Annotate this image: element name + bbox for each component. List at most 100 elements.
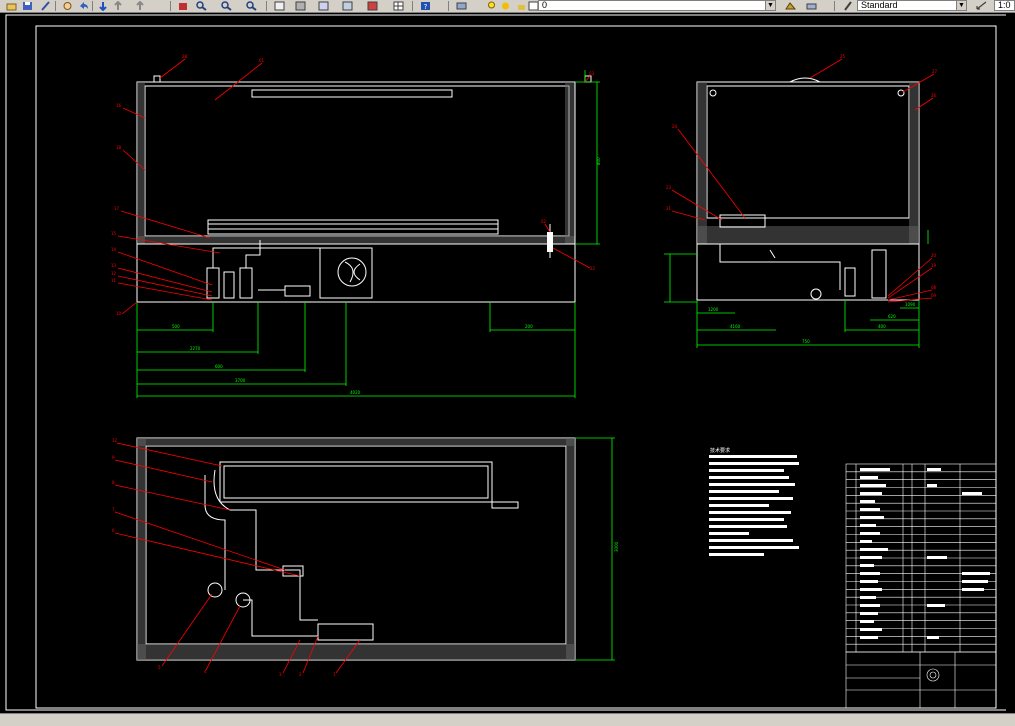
svg-text:01: 01 — [259, 58, 265, 63]
toolbar-separator — [448, 1, 449, 11]
svg-text:28: 28 — [182, 54, 188, 59]
layer-previous-icon[interactable] — [393, 1, 404, 11]
drawing-canvas[interactable]: 500 2270 600 3700 4020 200 800 750 4160 … — [0, 13, 1015, 713]
svg-text:8: 8 — [112, 480, 115, 485]
design-center-icon[interactable] — [196, 1, 207, 11]
text-style-dropdown[interactable]: Standard ▼ — [857, 0, 967, 11]
layer-state-icon[interactable] — [342, 1, 353, 11]
make-current-icon[interactable] — [367, 1, 378, 11]
svg-text:20: 20 — [931, 253, 937, 258]
svg-text:1: 1 — [333, 672, 336, 677]
chevron-down-icon: ▼ — [765, 1, 775, 10]
dim-style-dropdown[interactable]: 1:0 — [994, 0, 1015, 11]
bom-cell-text — [860, 508, 880, 511]
text-style-icon[interactable] — [843, 1, 854, 11]
bom-cell-text — [860, 596, 876, 599]
text-style-value: Standard — [861, 0, 898, 10]
bom-cell-text — [860, 636, 878, 639]
parts-list-table — [845, 463, 997, 653]
svg-text:3: 3 — [279, 672, 282, 677]
bom-cell-text — [927, 468, 941, 471]
lightbulb-icon[interactable] — [486, 1, 497, 11]
toolbar-separator — [266, 1, 267, 11]
zoom-previous-icon[interactable] — [135, 1, 146, 11]
toolbar-separator — [55, 1, 56, 11]
layer-dropdown-value: 0 — [542, 0, 548, 10]
bom-cell-text — [860, 468, 890, 471]
svg-text:09: 09 — [931, 293, 937, 298]
bom-cell-text — [962, 572, 990, 575]
layer-previous-stack-icon[interactable] — [806, 1, 817, 11]
sheet-outer-border — [5, 14, 1009, 711]
svg-text:1200: 1200 — [708, 307, 719, 312]
bom-cell-text — [860, 588, 882, 591]
svg-text:4160: 4160 — [730, 324, 741, 329]
svg-text:6: 6 — [112, 528, 115, 533]
bom-cell-text — [927, 636, 939, 639]
open-icon[interactable] — [6, 1, 17, 11]
svg-text:?: ? — [424, 3, 428, 11]
svg-text:24: 24 — [672, 124, 678, 129]
bom-cell-text — [860, 612, 878, 615]
calculator-icon[interactable] — [295, 1, 306, 11]
bom-cell-text — [860, 532, 880, 535]
undo-icon[interactable] — [78, 1, 89, 11]
sheet-inner-border — [35, 25, 997, 709]
bom-cell-text — [860, 548, 888, 551]
svg-text:23: 23 — [666, 185, 672, 190]
front-view — [136, 75, 592, 303]
make-object-layer-current-icon[interactable] — [785, 1, 796, 11]
lock-icon[interactable] — [516, 1, 527, 11]
toolbar-separator — [412, 1, 413, 11]
svg-text:18: 18 — [116, 145, 122, 150]
dim-style-icon[interactable] — [976, 1, 987, 11]
toolbar-separator — [170, 1, 171, 11]
bom-cell-text — [860, 564, 874, 567]
svg-text:03: 03 — [589, 71, 595, 76]
save-icon[interactable] — [22, 1, 33, 11]
svg-text:750: 750 — [802, 339, 810, 344]
bom-cell-text — [860, 500, 875, 503]
help-icon[interactable]: ? — [420, 1, 431, 11]
title-block — [845, 651, 997, 709]
pen-icon[interactable] — [40, 1, 51, 11]
properties-icon[interactable] — [178, 1, 189, 11]
svg-text:7: 7 — [112, 507, 115, 512]
plan-view — [136, 437, 576, 661]
layer-manager-icon[interactable] — [456, 1, 467, 11]
bom-cell-text — [860, 476, 878, 479]
bom-cell-text — [860, 540, 872, 543]
bom-cell-text — [860, 484, 886, 487]
bom-cell-text — [860, 524, 876, 527]
bom-cell-text — [962, 580, 988, 583]
svg-text:620: 620 — [888, 314, 896, 319]
bom-cell-text — [860, 556, 882, 559]
dim-style-value: 1:0 — [998, 0, 1011, 10]
vertical-scrollbar[interactable] — [1006, 13, 1015, 713]
svg-text:600: 600 — [215, 364, 223, 369]
pan-icon[interactable] — [62, 1, 73, 11]
sheet-set-icon[interactable] — [246, 1, 257, 11]
zoom-window-icon[interactable] — [113, 1, 124, 11]
svg-text:16: 16 — [116, 103, 122, 108]
zoom-realtime-icon[interactable] — [98, 1, 109, 11]
layer-dropdown[interactable]: 0 ▼ — [538, 0, 776, 11]
svg-text:5: 5 — [158, 665, 161, 670]
svg-text:11: 11 — [111, 278, 117, 283]
svg-text:12: 12 — [111, 271, 117, 276]
markup-icon[interactable] — [274, 1, 285, 11]
svg-text:19: 19 — [931, 263, 937, 268]
plan-view-dimensions — [575, 437, 615, 661]
toolbar-separator — [92, 1, 93, 11]
svg-text:14: 14 — [111, 247, 117, 252]
bom-cell-text — [927, 604, 945, 607]
svg-text:1090: 1090 — [905, 302, 916, 307]
layer-properties-icon[interactable] — [318, 1, 329, 11]
front-view-dimension-text: 500 2270 600 3700 4020 200 800 — [172, 157, 601, 395]
side-view-dimension-text: 750 4160 1200 400 620 1090 — [708, 302, 916, 344]
sun-icon[interactable] — [500, 1, 511, 11]
tool-palette-icon[interactable] — [221, 1, 232, 11]
svg-text:25: 25 — [840, 54, 846, 59]
svg-text:17: 17 — [114, 206, 120, 211]
svg-text:12: 12 — [112, 438, 118, 443]
